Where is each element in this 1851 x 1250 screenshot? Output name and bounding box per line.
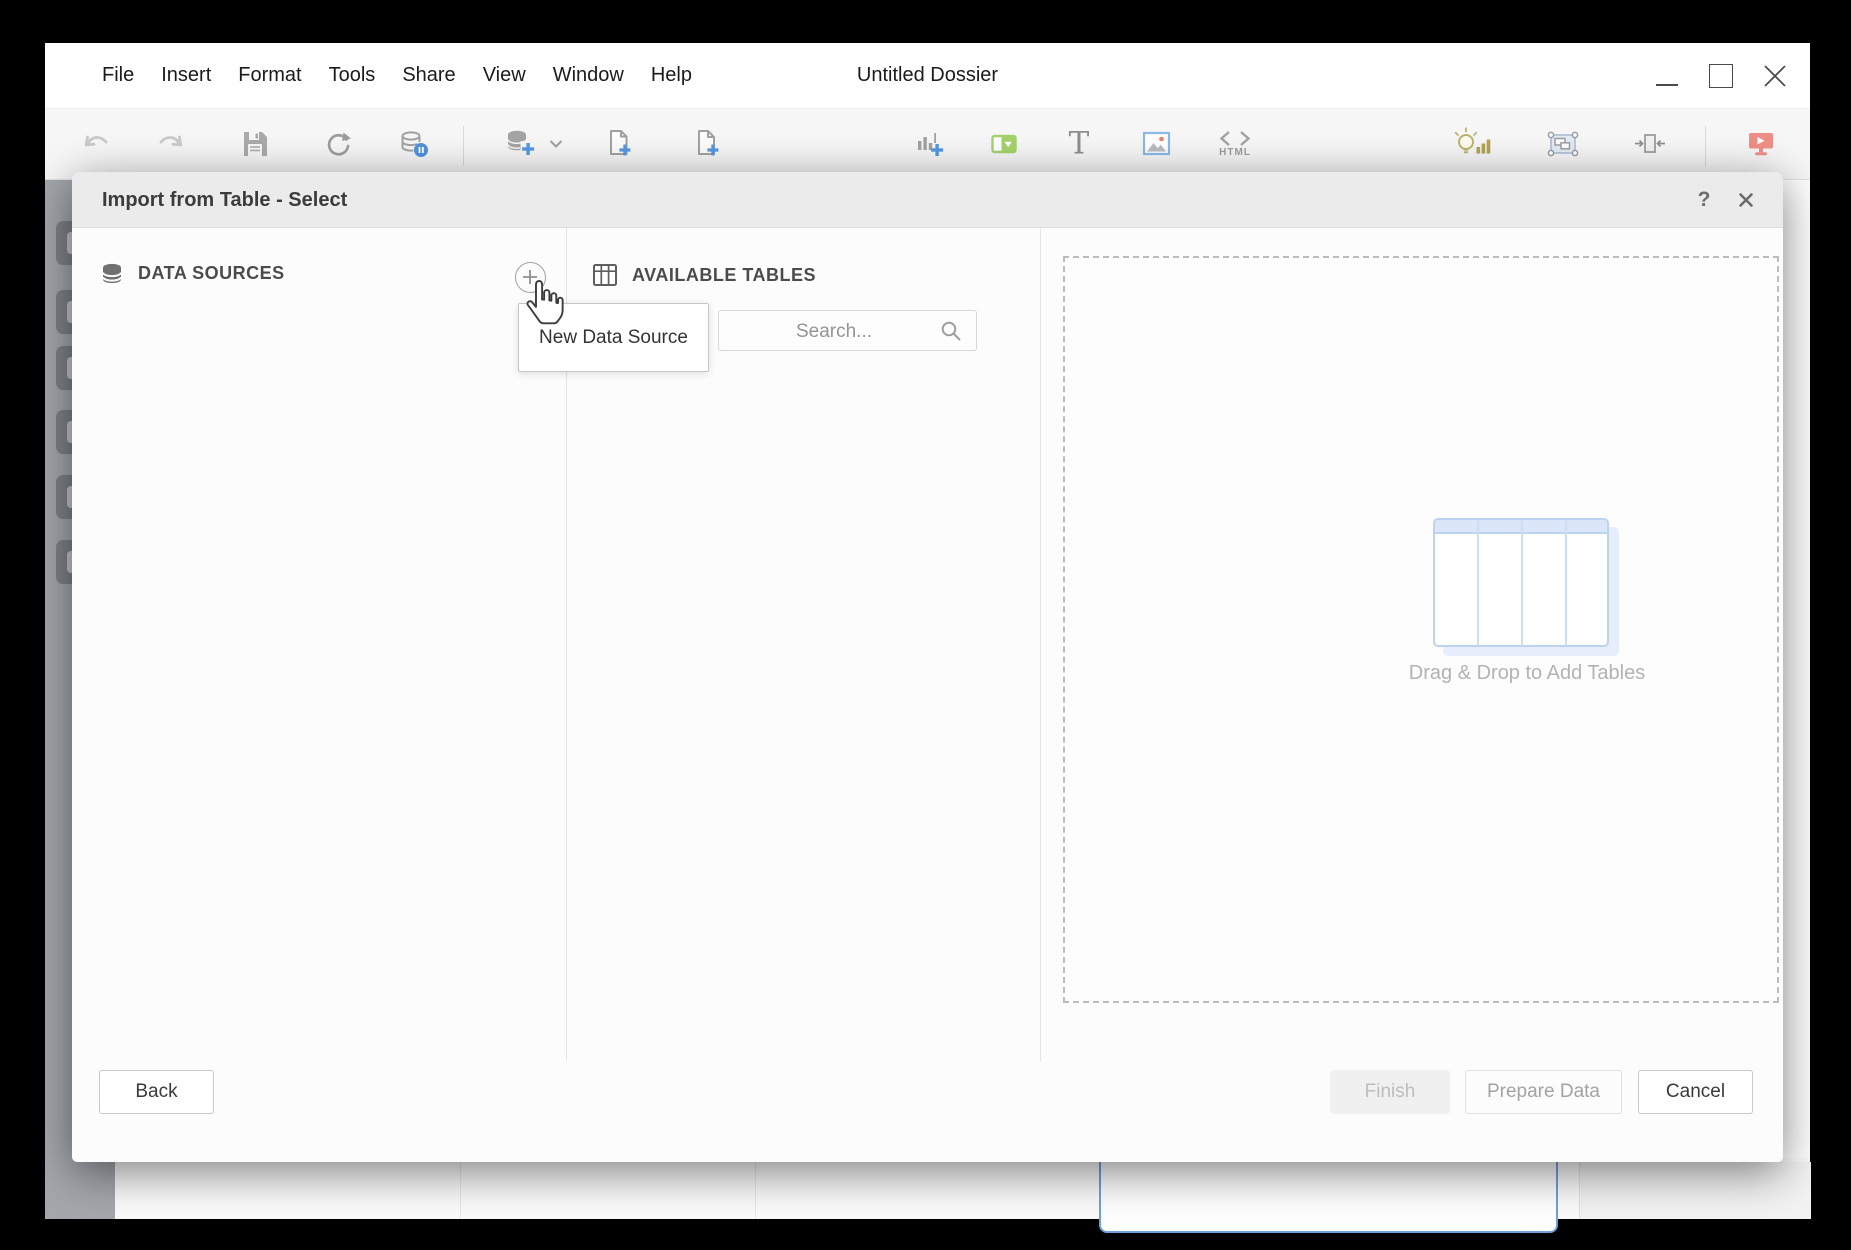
available-tables-header: AVAILABLE TABLES	[592, 262, 816, 288]
toolbar-separator	[463, 126, 464, 166]
table-graphic	[1433, 518, 1609, 647]
menu-tools[interactable]: Tools	[329, 64, 376, 87]
table-grid-icon	[592, 262, 618, 288]
minimize-button[interactable]	[1654, 63, 1680, 89]
image-icon	[1139, 127, 1175, 161]
canvas-right-panel	[1579, 1162, 1811, 1219]
table-search-input[interactable]	[727, 311, 941, 352]
close-icon	[1738, 192, 1754, 208]
dataset-status-button[interactable]	[396, 127, 432, 161]
insert-page-button[interactable]	[602, 126, 638, 162]
menu-window[interactable]: Window	[553, 64, 624, 87]
fit-to-window-button[interactable]	[1632, 127, 1668, 161]
screen: Untitled Dossier File Insert Format Tool…	[0, 0, 1851, 1250]
redo-icon	[154, 126, 190, 162]
refresh-icon	[321, 127, 355, 161]
presentation-button[interactable]	[1744, 127, 1780, 161]
tooltip-text: New Data Source	[539, 327, 688, 349]
canvas-divider	[460, 1158, 461, 1219]
fit-width-icon	[1632, 127, 1668, 161]
new-data-source-tooltip: New Data Source	[518, 303, 709, 372]
back-button[interactable]: Back	[99, 1070, 214, 1114]
drop-table-graphic	[1433, 518, 1609, 647]
table-graphic-column-line	[1477, 520, 1479, 645]
insert-chapter-button[interactable]	[689, 126, 725, 162]
add-data-dropdown[interactable]	[549, 140, 563, 149]
menubar: File Insert Format Tools Share View Wind…	[102, 43, 692, 108]
lightbulb-insights-icon	[1453, 126, 1497, 162]
dialog-help-button[interactable]: ?	[1688, 172, 1720, 228]
text-icon: T	[1069, 129, 1090, 160]
menu-file[interactable]: File	[102, 64, 134, 87]
database-add-icon	[503, 126, 541, 162]
table-graphic-column-line	[1565, 520, 1567, 645]
finish-button[interactable]: Finish	[1330, 1070, 1450, 1114]
maximize-button[interactable]	[1708, 63, 1734, 89]
html-label: HTML	[1219, 148, 1251, 158]
cancel-button[interactable]: Cancel	[1638, 1070, 1753, 1114]
dossier-canvas	[115, 1158, 1810, 1219]
insert-image-button[interactable]	[1139, 127, 1175, 161]
close-icon	[1762, 63, 1788, 89]
database-icon	[100, 262, 124, 285]
toolbar-separator	[1705, 126, 1706, 166]
insert-text-button[interactable]: T	[1069, 129, 1090, 160]
available-tables-label: AVAILABLE TABLES	[632, 265, 816, 286]
drop-hint-text: Drag & Drop to Add Tables	[1177, 662, 1851, 685]
menu-share[interactable]: Share	[402, 64, 455, 87]
undo-button[interactable]	[77, 126, 113, 162]
panel-divider	[1040, 228, 1041, 1061]
dialog-title: Import from Table - Select	[102, 172, 347, 228]
table-drop-zone[interactable]: Drag & Drop to Add Tables	[1063, 256, 1779, 1003]
titlebar: Untitled Dossier File Insert Format Tool…	[45, 43, 1810, 108]
insert-selector-button[interactable]	[987, 127, 1023, 161]
insert-page-icon	[602, 126, 638, 162]
data-sources-header: DATA SOURCES	[100, 262, 285, 285]
close-window-button[interactable]	[1762, 63, 1788, 89]
redo-button[interactable]	[154, 126, 190, 162]
insights-button[interactable]	[1453, 126, 1497, 162]
tooltip-arrow	[533, 290, 561, 318]
html-code-icon	[1217, 130, 1253, 147]
undo-icon	[77, 126, 113, 162]
dialog-close-button[interactable]	[1730, 172, 1762, 228]
save-button[interactable]	[238, 127, 272, 161]
chevron-down-icon	[549, 140, 563, 149]
table-graphic-column-line	[1521, 520, 1523, 645]
app-window: Untitled Dossier File Insert Format Tool…	[45, 43, 1810, 1219]
database-pause-icon	[396, 127, 432, 161]
menu-view[interactable]: View	[483, 64, 526, 87]
search-icon[interactable]	[939, 319, 964, 349]
chart-add-icon	[911, 126, 949, 162]
selector-icon	[987, 127, 1023, 161]
prepare-data-button[interactable]: Prepare Data	[1465, 1070, 1622, 1114]
refresh-button[interactable]	[321, 127, 355, 161]
plus-icon	[516, 263, 544, 291]
menu-insert[interactable]: Insert	[161, 64, 211, 87]
presentation-play-icon	[1744, 127, 1780, 161]
menu-format[interactable]: Format	[238, 64, 301, 87]
save-icon	[238, 127, 272, 161]
dialog-header: Import from Table - Select ?	[72, 172, 1783, 228]
table-search-box	[718, 310, 977, 351]
insert-html-button[interactable]: HTML	[1217, 130, 1253, 158]
canvas-divider	[755, 1158, 756, 1219]
new-data-source-button[interactable]	[515, 262, 546, 293]
import-from-table-dialog: Import from Table - Select ? DATA SOURCE…	[72, 172, 1783, 1162]
window-controls	[1654, 43, 1788, 108]
insert-chapter-icon	[689, 126, 725, 162]
layout-container-icon	[1544, 126, 1582, 162]
insert-visualization-button[interactable]	[911, 126, 949, 162]
toolbar: T HTML	[45, 108, 1810, 180]
menu-help[interactable]: Help	[651, 64, 692, 87]
data-sources-label: DATA SOURCES	[138, 263, 285, 284]
format-container-button[interactable]	[1544, 126, 1582, 162]
add-data-button[interactable]	[503, 126, 541, 162]
